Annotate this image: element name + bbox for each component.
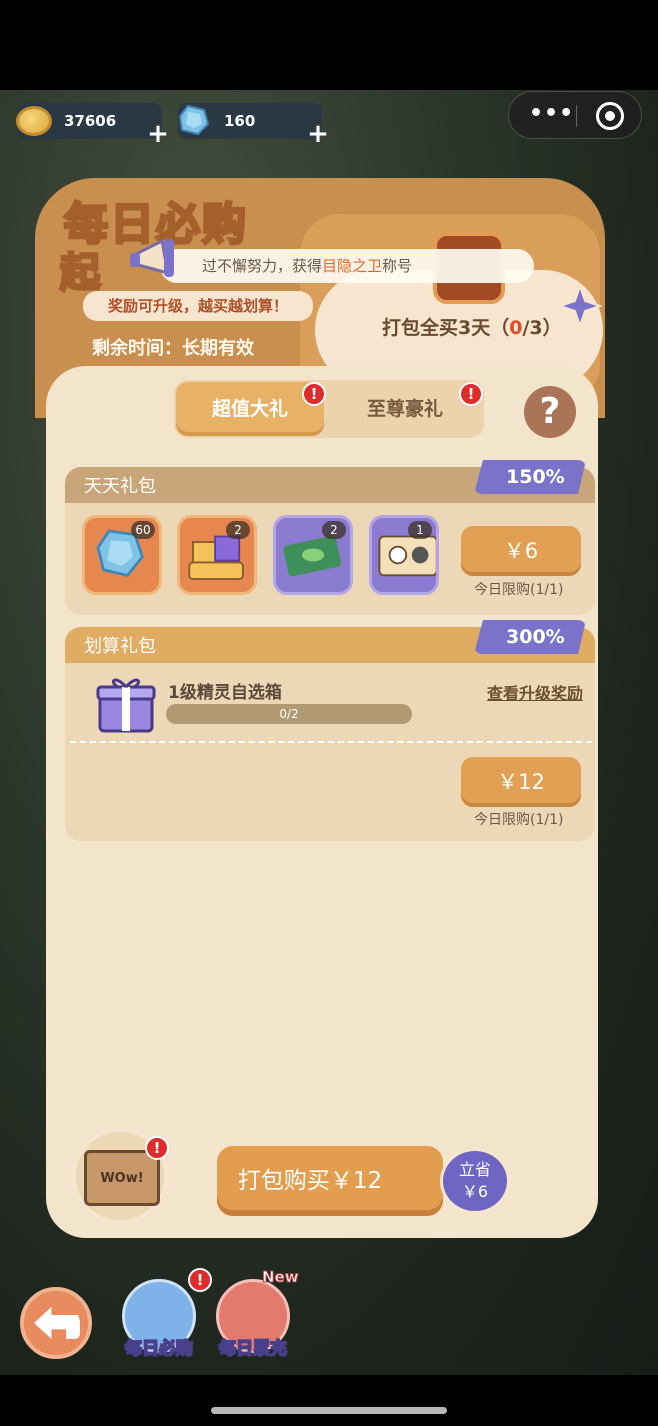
daily-pack-limit: 今日限购(1/1): [474, 582, 564, 598]
daily-recharge-nav-button[interactable]: 每日累充: [212, 1275, 294, 1360]
tab-supreme[interactable]: 至尊豪礼: [330, 382, 480, 436]
back-button[interactable]: [20, 1287, 92, 1359]
daily-pack-title: 天天礼包: [84, 476, 156, 497]
remaining-time: 剩余时间：长期有效: [92, 338, 254, 359]
save-value: ￥6: [461, 1182, 489, 1201]
item-pet-card[interactable]: 1: [369, 515, 439, 595]
wow-box-label: WOw!: [100, 1171, 144, 1186]
daily-purchase-nav-button[interactable]: 每日必购: [118, 1275, 200, 1360]
daily-purchase-nav-label: 每日必购: [124, 1338, 194, 1360]
tab-supreme-alert-badge: !: [459, 382, 483, 406]
capsule-divider: [576, 105, 577, 127]
item-count: 1: [408, 521, 432, 539]
bundle-buy-button[interactable]: 打包购买￥12: [217, 1146, 443, 1216]
dashed-divider: [70, 741, 592, 743]
gem-balance: 160 +: [178, 103, 329, 147]
wow-box-icon: WOw!: [84, 1150, 160, 1206]
coin-value: 37606: [64, 112, 117, 130]
value-pack-percent-badge: 300%: [474, 620, 586, 654]
more-dots-icon[interactable]: •••: [529, 103, 573, 126]
pack-3days-count: 0: [509, 317, 523, 339]
value-pack-percent: 300%: [506, 626, 565, 648]
pack-3days-prefix: 打包全买3天（: [382, 317, 510, 339]
daily-purchase-nav-alert-badge: !: [188, 1268, 212, 1292]
toast-highlight: 目隐之卫: [322, 257, 383, 275]
daily-recharge-nav-label: 每日累充: [218, 1338, 288, 1360]
daily-pack-buy-button[interactable]: ￥6: [461, 526, 581, 576]
tab-super-value-alert-badge: !: [302, 382, 326, 406]
value-pack-buy-button[interactable]: ￥12: [461, 757, 581, 807]
coin-icon: [16, 106, 52, 136]
item-count: 2: [322, 521, 346, 539]
save-label: 立省: [458, 1160, 491, 1179]
gem-value: 160: [224, 112, 256, 130]
item-blue-gem[interactable]: 60: [82, 515, 162, 595]
value-pack-progress-bar: 0/2: [166, 704, 412, 724]
add-coins-plus-icon[interactable]: +: [146, 121, 170, 147]
purple-star-icon: [558, 284, 602, 328]
item-gift-pile[interactable]: 2: [177, 515, 257, 595]
back-arrow-icon: [34, 1307, 80, 1339]
purple-gift-box-icon: [96, 678, 156, 733]
pack-3days-progress: 打包全买3天（0/3）: [382, 313, 562, 340]
toast-suffix: 称号: [382, 257, 413, 275]
daily-pack-percent: 150%: [506, 466, 565, 488]
megaphone-icon: [130, 238, 174, 277]
wow-box-alert-badge: !: [145, 1136, 169, 1160]
toast-prefix: 过不懈努力，获得: [202, 257, 323, 275]
value-pack-limit: 今日限购(1/1): [474, 812, 564, 828]
banner-subtitle: 奖励可升级，越买越划算！: [83, 291, 313, 321]
close-target-icon[interactable]: [596, 102, 624, 130]
help-question-icon[interactable]: ?: [524, 386, 576, 438]
item-green-ticket[interactable]: 2: [273, 515, 353, 595]
item-count: 60: [131, 521, 155, 539]
gem-icon: [178, 104, 210, 136]
miniprogram-capsule: •••: [508, 91, 642, 139]
value-pack-item-name: 1级精灵自选箱: [168, 683, 282, 703]
value-pack-title: 划算礼包: [84, 636, 156, 657]
banner-title-line2: 起: [59, 249, 102, 298]
pack-3days-suffix: /3）: [522, 317, 562, 339]
daily-pack-percent-badge: 150%: [474, 460, 586, 494]
add-gems-plus-icon[interactable]: +: [306, 121, 330, 147]
achievement-toast: 过不懈努力，获得目隐之卫称号: [160, 249, 534, 283]
view-upgrade-rewards-link[interactable]: 查看升级奖励: [487, 680, 583, 704]
new-badge: New: [262, 1268, 300, 1287]
bottom-safe-area: [0, 1375, 658, 1426]
item-count: 2: [226, 521, 250, 539]
coin-balance: 37606 +: [16, 103, 169, 147]
home-indicator[interactable]: [211, 1407, 447, 1414]
save-amount-badge: 立省 ￥6: [440, 1148, 510, 1214]
